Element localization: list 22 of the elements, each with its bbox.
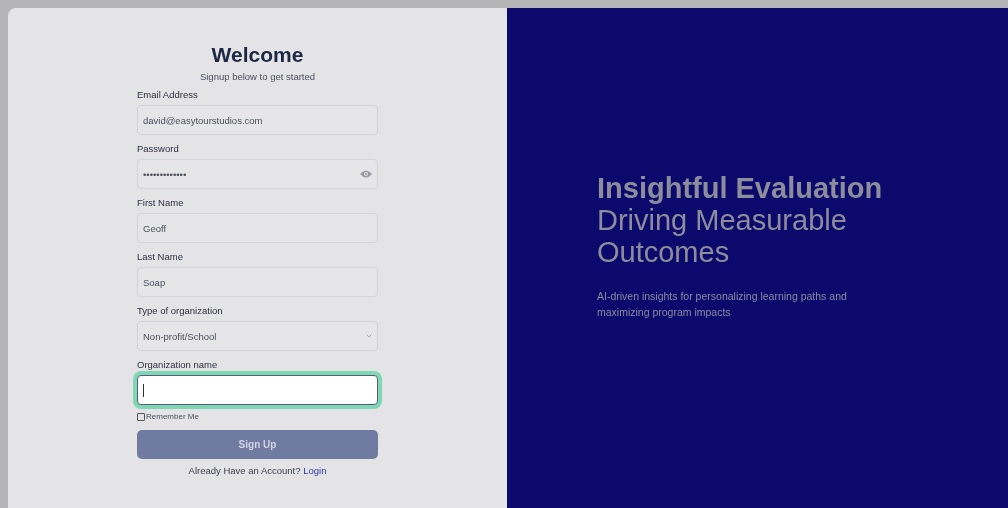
field-label: Password: [137, 143, 179, 155]
hero-heading: Insightful Evaluation: [597, 172, 884, 204]
text-field[interactable]: Soap: [137, 267, 378, 297]
text-field[interactable]: david@easytourstudios.com: [137, 105, 378, 135]
welcome-title: Welcome: [211, 42, 304, 68]
remember-label: Remember Me: [146, 412, 199, 421]
password-field[interactable]: •••••••••••••: [137, 159, 378, 189]
field-label: Email Address: [137, 89, 198, 101]
text-cursor: [143, 383, 144, 397]
organization-type-dropdown[interactable]: Non-profit/School: [137, 321, 378, 351]
chevron-down-icon: [366, 334, 372, 338]
field-label: Organization name: [137, 359, 218, 371]
login-prompt: Already Have an Account? Login: [187, 465, 328, 476]
field-label: First Name: [137, 197, 184, 209]
hero-subheading: Driving Measurable Outcomes: [597, 204, 848, 268]
field-label: Last Name: [137, 251, 183, 263]
signup-subtitle: Signup below to get started: [199, 71, 316, 83]
login-link[interactable]: Login: [303, 465, 327, 476]
field-label: Type of organization: [137, 305, 223, 317]
hero-description: AI-driven insights for personalizing learning paths and maximizing program impacts: [597, 289, 848, 320]
text-field[interactable]: Geoff: [137, 213, 378, 243]
remember-checkbox[interactable]: [137, 412, 145, 421]
